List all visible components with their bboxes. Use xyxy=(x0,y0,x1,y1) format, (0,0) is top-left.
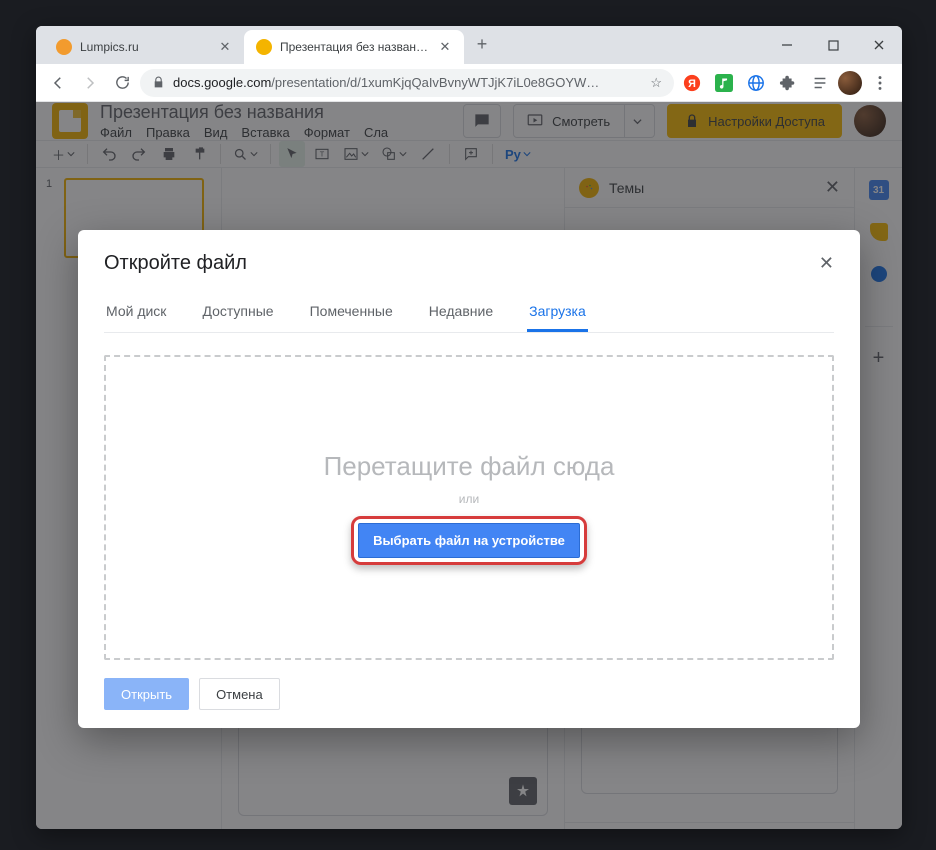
open-file-modal: Откройте файл ✕ Мой диск Доступные Помеч… xyxy=(78,230,860,728)
maximize-button[interactable] xyxy=(810,26,856,64)
upload-dropzone[interactable]: Перетащите файл сюда или Выбрать файл на… xyxy=(104,355,834,660)
music-ext-icon[interactable] xyxy=(710,69,738,97)
browser-tab[interactable]: Презентация без названия - Go ✕ xyxy=(244,30,464,64)
close-tab-icon[interactable]: ✕ xyxy=(438,40,452,54)
tab-upload[interactable]: Загрузка xyxy=(527,293,588,332)
chrome-menu-icon[interactable] xyxy=(866,69,894,97)
tab-shared[interactable]: Доступные xyxy=(200,293,275,332)
url-text: docs.google.com/presentation/d/1xumKjqQa… xyxy=(173,75,599,90)
globe-ext-icon[interactable] xyxy=(742,69,770,97)
tab-recent[interactable]: Недавние xyxy=(427,293,495,332)
modal-close-button[interactable]: ✕ xyxy=(819,253,834,274)
modal-header: Откройте файл ✕ xyxy=(104,252,834,275)
profile-avatar[interactable] xyxy=(838,71,862,95)
minimize-button[interactable] xyxy=(764,26,810,64)
window-close-button[interactable] xyxy=(856,26,902,64)
browser-tab[interactable]: Lumpics.ru ✕ xyxy=(44,30,244,64)
dropzone-or: или xyxy=(459,492,479,506)
lock-icon xyxy=(152,76,165,89)
tab-title: Презентация без названия - Go xyxy=(280,40,430,54)
reading-list-icon[interactable] xyxy=(806,69,834,97)
browser-window: Lumpics.ru ✕ Презентация без названия - … xyxy=(36,26,902,829)
app-area: Презентация без названия Файл Правка Вид… xyxy=(36,102,902,829)
tab-starred[interactable]: Помеченные xyxy=(308,293,395,332)
svg-text:Я: Я xyxy=(688,78,696,90)
favicon-icon xyxy=(256,39,272,55)
yandex-ext-icon[interactable]: Я xyxy=(678,69,706,97)
omnibox[interactable]: docs.google.com/presentation/d/1xumKjqQa… xyxy=(140,69,674,97)
pick-file-button[interactable]: Выбрать файл на устройстве xyxy=(358,523,580,558)
tab-title: Lumpics.ru xyxy=(80,40,210,54)
address-bar: docs.google.com/presentation/d/1xumKjqQa… xyxy=(36,64,902,102)
window-controls xyxy=(764,26,902,64)
modal-footer: Открыть Отмена xyxy=(104,678,834,710)
favicon-icon xyxy=(56,39,72,55)
star-icon[interactable]: ☆ xyxy=(650,75,662,91)
cancel-button[interactable]: Отмена xyxy=(199,678,280,710)
browser-tabs: Lumpics.ru ✕ Презентация без названия - … xyxy=(36,30,496,64)
modal-tabs: Мой диск Доступные Помеченные Недавние З… xyxy=(104,293,834,333)
new-tab-button[interactable]: + xyxy=(468,30,496,58)
open-button[interactable]: Открыть xyxy=(104,678,189,710)
titlebar: Lumpics.ru ✕ Презентация без названия - … xyxy=(36,26,902,64)
modal-title: Откройте файл xyxy=(104,252,247,275)
close-tab-icon[interactable]: ✕ xyxy=(218,40,232,54)
pick-file-highlight: Выбрать файл на устройстве xyxy=(351,516,587,565)
extensions-icon[interactable] xyxy=(774,69,802,97)
tab-mydrive[interactable]: Мой диск xyxy=(104,293,168,332)
dropzone-title: Перетащите файл сюда xyxy=(324,451,615,482)
forward-button[interactable] xyxy=(76,69,104,97)
reload-button[interactable] xyxy=(108,69,136,97)
back-button[interactable] xyxy=(44,69,72,97)
